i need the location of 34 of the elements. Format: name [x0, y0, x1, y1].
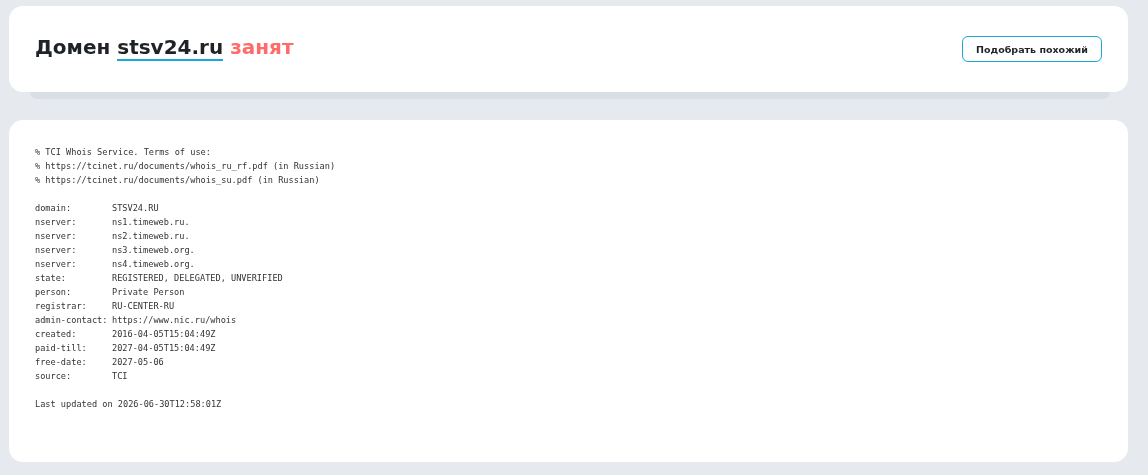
whois-key: paid-till:	[35, 341, 112, 355]
whois-note: % https://tcinet.ru/documents/whois_ru_rf.pdf (in Russian)	[35, 160, 337, 173]
domain-status: занят	[230, 35, 294, 59]
whois-key: free-date:	[35, 355, 112, 369]
whois-note: % https://tcinet.ru/documents/whois_su.pdf (in Russian)	[35, 174, 321, 187]
whois-value: TCI	[112, 370, 128, 383]
whois-value: https://www.nic.ru/whois	[112, 314, 237, 327]
whois-value: 2027-05-06	[112, 356, 164, 369]
whois-key: person:	[35, 285, 112, 299]
whois-value: ns4.timeweb.org.	[112, 258, 195, 271]
whois-value: RU-CENTER-RU	[112, 300, 175, 313]
whois-key: state:	[35, 271, 112, 285]
whois-key: created:	[35, 327, 112, 341]
whois-value: 2027-04-05T15:04:49Z	[112, 342, 216, 355]
whois-value: STSV24.RU	[112, 202, 159, 215]
whois-value: Private Person	[112, 286, 185, 299]
whois-key: nserver:	[35, 257, 112, 271]
last-updated: Last updated on 2026-06-30T12:58:01Z	[35, 398, 223, 411]
whois-key: domain:	[35, 201, 112, 215]
whois-value: ns2.timeweb.ru.	[112, 230, 190, 243]
whois-key: registrar:	[35, 299, 112, 313]
find-similar-button[interactable]: Подобрать похожий	[962, 36, 1102, 62]
whois-note: % TCI Whois Service. Terms of use:	[35, 146, 212, 159]
domain-link[interactable]: stsv24.ru	[117, 35, 224, 61]
domain-title: Домен stsv24.ru занят	[35, 35, 294, 63]
whois-key: source:	[35, 369, 112, 383]
whois-value: ns1.timeweb.ru.	[112, 216, 190, 229]
whois-value: REGISTERED, DELEGATED, UNVERIFIED	[112, 272, 283, 285]
whois-key: nserver:	[35, 229, 112, 243]
whois-key: nserver:	[35, 243, 112, 257]
whois-key: admin-contact:	[35, 313, 112, 327]
whois-key: nserver:	[35, 215, 112, 229]
whois-value: 2016-04-05T15:04:49Z	[112, 328, 216, 341]
whois-value: ns3.timeweb.org.	[112, 244, 195, 257]
